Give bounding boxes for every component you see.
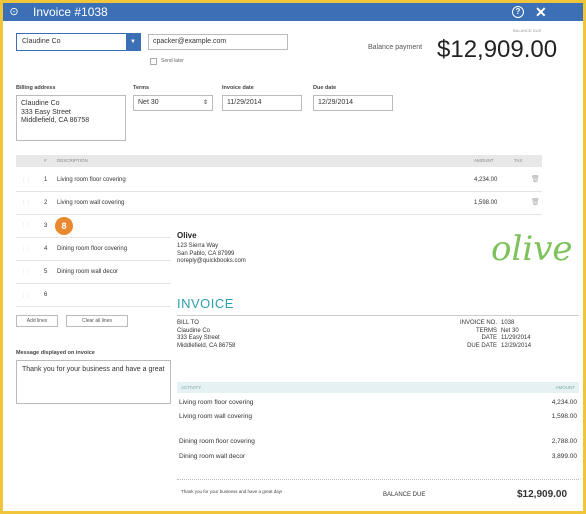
company-address: 123 Sierra Way San Pablo, CA 87999 norep… [177,243,246,266]
col-tax: TAX [514,158,523,163]
line-items-header: # DESCRIPTION AMOUNT TAX [16,155,542,167]
row-desc: Dining room wall decor [57,269,119,275]
col-activity: ACTIVITY [181,385,202,390]
billing-line: Middlefield, CA 86758 [21,117,90,124]
invoice-title: INVOICE [177,296,234,311]
row-num: 3 [44,223,48,229]
invoice-date-field[interactable]: 11/29/2014 [222,95,302,111]
activity-desc: Living room floor covering [179,399,254,406]
step-badge: 8 [55,217,73,235]
table-row[interactable]: ⋮⋮ 2 Living room wall covering 1,598.00 … [16,193,542,215]
address-line: San Pablo, CA 87999 [177,250,235,257]
chevron-down-icon[interactable]: ▼ [126,34,140,50]
bill-to-line: 333 Easy Street [177,335,220,341]
invoice-meta: INVOICE NO. 1038 TERMS Net 30 DATE 11/29/20… [449,320,531,350]
divider [177,479,579,480]
row-amount: 4,234.00 [474,177,498,183]
row-num: 5 [44,269,48,275]
activity-amount: 2,788.00 [551,438,577,445]
terms-label: Terms [133,85,150,91]
billing-line: 333 Easy Street [21,108,71,116]
stepper-icon: ⇕ [202,100,208,106]
activity-amount: 4,234.00 [551,399,577,406]
meta-key: INVOICE NO. [459,320,497,326]
close-icon[interactable]: ✕ [535,4,547,20]
activity-header: ACTIVITY AMOUNT [177,382,579,393]
col-amount: AMOUNT [555,385,576,390]
meta-value: 11/29/2014 [501,335,531,341]
balance-label: Balance payment [368,44,423,51]
bill-to-line: Middlefield, CA 86758 [177,342,236,349]
drag-handle-icon[interactable]: ⋮⋮ [21,269,31,275]
add-lines-button[interactable]: Add lines [16,315,58,327]
meta-key: DATE [481,335,497,341]
title-bar: ⊙ Invoice #1038 ? ✕ [3,3,583,21]
col-amount: AMOUNT [474,158,494,163]
col-num: # [44,158,47,163]
row-desc: Living room floor covering [57,177,126,183]
activity-desc: Living room wall covering [179,413,252,420]
activity-desc: Dining room wall decor [179,453,246,460]
row-desc: Living room wall covering [57,200,125,206]
address-line: 123 Sierra Way [177,243,219,249]
trash-icon[interactable]: 🗑 [531,175,540,183]
drag-handle-icon[interactable]: ⋮⋮ [21,177,31,183]
col-description: DESCRIPTION [57,158,88,163]
balance-small-label: BALANCE DUE [513,28,542,33]
meta-value: 12/29/2014 [501,342,532,349]
bill-to-line: Claudine Co [177,327,211,334]
divider [177,315,579,316]
app-logo-icon: ⊙ [9,6,19,18]
row-num: 4 [44,246,48,252]
balance-due-amount: $12,909.00 [517,489,568,500]
row-amount: 1,598.00 [474,200,498,206]
activity-desc: Dining room floor covering [179,438,255,445]
meta-value: 1038 [501,320,515,326]
company-name: Olive [177,231,197,240]
activity-amount: 3,899.00 [551,453,577,460]
row-num: 2 [44,200,48,206]
table-row[interactable]: ⋮⋮ 1 Living room floor covering 4,234.00… [16,170,542,192]
bill-to-line: BILL TO [177,320,199,326]
help-icon[interactable]: ? [512,6,524,18]
meta-key: TERMS [476,327,497,334]
drag-handle-icon[interactable]: ⋮⋮ [21,200,31,206]
terms-select[interactable]: Net 30 ⇕ [133,95,213,111]
row-desc: Dining room floor covering [57,246,128,252]
invoice-date-label: Invoice date [222,85,254,91]
meta-value: Net 30 [501,327,519,334]
activity-amount: 1,598.00 [551,413,577,420]
terms-value: Net 30 [138,99,159,106]
billing-address-label: Billing address [16,85,56,91]
invoice-preview: Olive 123 Sierra Way San Pablo, CA 87999… [171,225,583,511]
balance-due-label: BALANCE DUE [383,492,426,498]
window-title: Invoice #1038 [33,5,108,19]
row-num: 1 [44,177,48,183]
balance-amount: $12,909.00 [437,36,558,63]
drag-handle-icon[interactable]: ⋮⋮ [21,223,31,229]
send-later-label: Send later [161,58,184,64]
drag-handle-icon[interactable]: ⋮⋮ [21,292,31,298]
send-later-checkbox[interactable] [150,58,157,65]
bill-to-block: BILL TO Claudine Co 333 Easy Street Midd… [177,320,235,350]
billing-line: Claudine Co [21,100,60,107]
row-num: 6 [44,292,48,298]
trash-icon[interactable]: 🗑 [531,198,540,206]
invoice-window: ⊙ Invoice #1038 ? ✕ Claudine Co ▼ cpacke… [3,3,583,511]
company-logo: olive [491,229,573,269]
billing-address-field[interactable]: Claudine Co 333 Easy Street Middlefield,… [16,95,126,141]
drag-handle-icon[interactable]: ⋮⋮ [21,246,31,252]
customer-select[interactable]: Claudine Co ▼ [16,33,141,51]
thank-you-note: Thank you for your business and have a g… [181,489,283,494]
memo-label: Message displayed on invoice [16,350,95,356]
meta-key: DUE DATE [467,342,497,349]
memo-field[interactable]: Thank you for your business and have a g… [16,360,171,404]
due-date-label: Due date [313,85,337,91]
due-date-field[interactable]: 12/29/2014 [313,95,393,111]
email-field[interactable]: cpacker@example.com [148,34,288,50]
address-line: noreply@quickbooks.com [177,258,246,264]
clear-lines-button[interactable]: Clear all lines [66,315,128,327]
customer-name: Claudine Co [22,38,61,45]
